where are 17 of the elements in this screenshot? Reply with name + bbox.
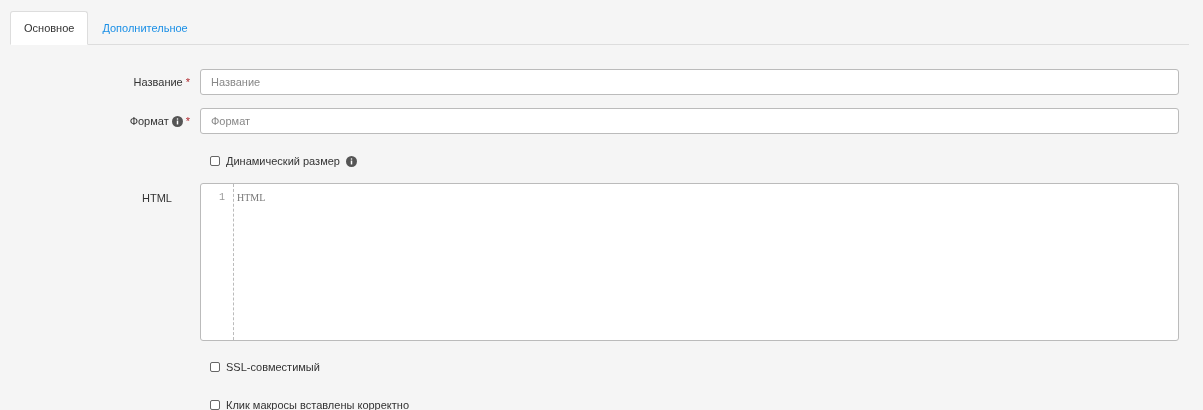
field-label: Название <box>133 74 183 90</box>
code-editor[interactable]: 1 HTML <box>200 183 1179 341</box>
line-number: 1 <box>219 192 225 205</box>
checkbox[interactable] <box>210 362 220 372</box>
field-label: HTML <box>142 191 172 206</box>
text-field[interactable]: Название <box>200 69 1179 95</box>
checkbox[interactable] <box>210 400 220 410</box>
checkbox-label: Динамический размер <box>226 153 340 169</box>
code-placeholder: HTML <box>236 191 266 205</box>
required-mark: * <box>185 113 190 129</box>
tab[interactable]: Дополнительное <box>88 11 202 45</box>
checkbox[interactable] <box>210 156 220 166</box>
field-label: Формат <box>129 113 169 129</box>
checkbox-label: SSL-совместимый <box>226 359 320 375</box>
text-field[interactable]: Формат <box>200 108 1179 134</box>
required-mark: * <box>185 74 190 90</box>
tab[interactable]: Основное <box>10 11 89 45</box>
